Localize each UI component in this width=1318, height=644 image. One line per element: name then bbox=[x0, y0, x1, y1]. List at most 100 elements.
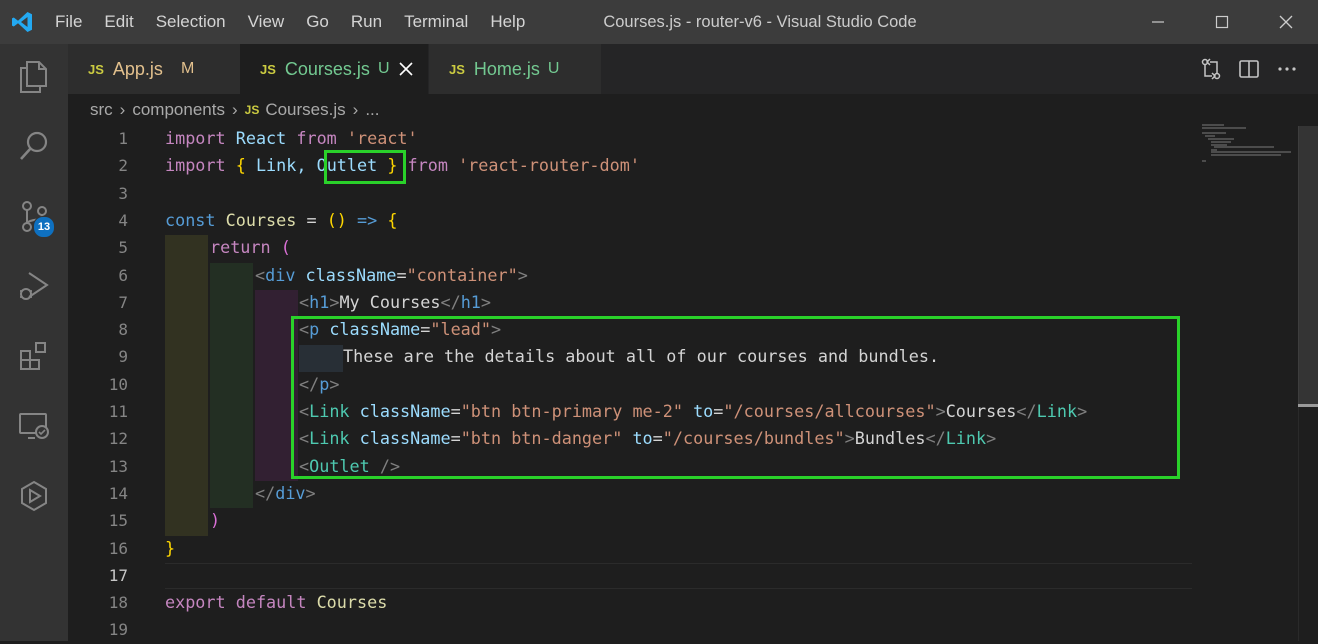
token: "container" bbox=[406, 264, 518, 285]
search-icon[interactable] bbox=[0, 116, 68, 176]
line-number: 13 bbox=[108, 456, 128, 476]
line-number: 4 bbox=[118, 210, 128, 230]
close-icon bbox=[1279, 15, 1293, 29]
token: default bbox=[235, 592, 307, 613]
token: div bbox=[265, 264, 296, 285]
code-line: <h1>My Courses</h1> bbox=[299, 289, 491, 316]
token: 'react-router-dom' bbox=[458, 155, 640, 176]
token: from bbox=[296, 128, 337, 148]
menu-file[interactable]: File bbox=[44, 0, 93, 44]
minimize-button[interactable] bbox=[1126, 0, 1190, 44]
menu-bar: File Edit Selection View Go Run Terminal… bbox=[44, 0, 536, 44]
source-control-icon[interactable]: 13 bbox=[0, 186, 68, 246]
tab-app-js[interactable]: JS App.js M bbox=[68, 44, 240, 94]
token: => bbox=[357, 209, 378, 230]
run-debug-icon[interactable] bbox=[0, 256, 68, 316]
editor-actions bbox=[1198, 44, 1300, 94]
token: Link, bbox=[255, 155, 307, 176]
line-number: 11 bbox=[108, 402, 128, 421]
docker-icon[interactable] bbox=[0, 466, 68, 526]
breadcrumb-symbols[interactable]: ... bbox=[365, 100, 379, 120]
code-line: </div> bbox=[255, 480, 316, 507]
token: My Courses bbox=[339, 291, 441, 312]
scrollbar-thumb[interactable] bbox=[1298, 126, 1318, 407]
token: < bbox=[255, 264, 266, 285]
split-editor-button[interactable] bbox=[1236, 56, 1262, 82]
token: return bbox=[210, 237, 271, 258]
token: } bbox=[165, 537, 176, 558]
extensions-icon[interactable] bbox=[0, 326, 68, 386]
line-number: 5 bbox=[118, 238, 128, 258]
current-line-highlight bbox=[165, 563, 1192, 589]
chevron-right-icon: › bbox=[352, 100, 359, 119]
tab-label: Home.js bbox=[473, 58, 540, 79]
close-window-button[interactable] bbox=[1254, 0, 1318, 44]
token: > bbox=[305, 482, 316, 503]
token: ( bbox=[280, 237, 291, 258]
line-number: 10 bbox=[108, 374, 128, 394]
tab-untracked-badge: U bbox=[547, 60, 560, 77]
menu-selection[interactable]: Selection bbox=[145, 0, 237, 44]
more-actions-button[interactable] bbox=[1274, 56, 1300, 82]
outlet-import-highlight bbox=[324, 150, 406, 184]
compare-changes-icon bbox=[1201, 58, 1221, 80]
tab-label: App.js bbox=[112, 58, 163, 79]
menu-edit[interactable]: Edit bbox=[93, 0, 144, 44]
code-line: <div className="container"> bbox=[255, 262, 528, 289]
token: </ bbox=[255, 482, 276, 503]
token: = bbox=[306, 209, 317, 230]
more-icon bbox=[1278, 67, 1296, 71]
explorer-icon[interactable] bbox=[0, 46, 68, 106]
maximize-button[interactable] bbox=[1190, 0, 1254, 44]
token: > bbox=[480, 291, 492, 312]
scrollbar-cursor-marker bbox=[1298, 404, 1318, 407]
minimap[interactable] bbox=[1200, 124, 1300, 164]
token: export bbox=[165, 592, 226, 613]
menu-run[interactable]: Run bbox=[340, 0, 393, 44]
menu-terminal[interactable]: Terminal bbox=[393, 0, 479, 44]
line-number: 15 bbox=[108, 511, 128, 531]
code-line: ) bbox=[210, 507, 220, 534]
source-control-badge: 13 bbox=[33, 216, 55, 238]
tab-home-js[interactable]: JS Home.js U bbox=[429, 44, 601, 94]
open-changes-button[interactable] bbox=[1198, 56, 1224, 82]
tab-label: Courses.js bbox=[284, 58, 370, 79]
editor-tab-bar: JS App.js M JS Courses.js U JS Home.js U bbox=[68, 44, 1318, 94]
tab-close-button[interactable] bbox=[398, 61, 414, 77]
line-number: 8 bbox=[118, 320, 128, 340]
token: = bbox=[396, 264, 407, 285]
token: const bbox=[165, 209, 216, 230]
breadcrumb-src[interactable]: src bbox=[90, 100, 113, 120]
token: () bbox=[326, 209, 347, 230]
token: > bbox=[329, 291, 340, 312]
code-line: return ( bbox=[210, 234, 291, 261]
token: div bbox=[275, 482, 306, 503]
indent-guide bbox=[210, 263, 253, 508]
title-bar: File Edit Selection View Go Run Terminal… bbox=[0, 0, 1318, 44]
token: className bbox=[305, 264, 397, 285]
indent-guide bbox=[165, 235, 208, 536]
menu-go[interactable]: Go bbox=[295, 0, 340, 44]
chevron-right-icon: › bbox=[231, 100, 238, 119]
window-controls bbox=[1126, 0, 1318, 44]
token: > bbox=[517, 264, 528, 285]
menu-view[interactable]: View bbox=[237, 0, 296, 44]
token: import bbox=[165, 155, 226, 176]
token: ) bbox=[210, 510, 221, 531]
tab-courses-js[interactable]: JS Courses.js U bbox=[240, 44, 428, 94]
tab-modified-badge: M bbox=[180, 60, 195, 77]
maximize-icon bbox=[1215, 15, 1229, 29]
code-editor[interactable]: 1 2 3 4 5 6 7 8 9 10 11 12 13 14 15 16 1… bbox=[68, 126, 1318, 641]
menu-help[interactable]: Help bbox=[479, 0, 536, 44]
line-number: 16 bbox=[108, 538, 128, 558]
breadcrumb-components[interactable]: components bbox=[132, 100, 225, 120]
line-number: 9 bbox=[118, 347, 128, 367]
token: < bbox=[299, 291, 310, 312]
token: 'react' bbox=[346, 128, 418, 148]
jsx-block-highlight bbox=[291, 316, 1180, 479]
js-file-icon: JS bbox=[244, 103, 260, 117]
remote-explorer-icon[interactable] bbox=[0, 396, 68, 456]
js-file-icon: JS bbox=[88, 61, 104, 77]
breadcrumb-file[interactable]: Courses.js bbox=[265, 100, 345, 120]
line-number: 6 bbox=[118, 265, 128, 285]
